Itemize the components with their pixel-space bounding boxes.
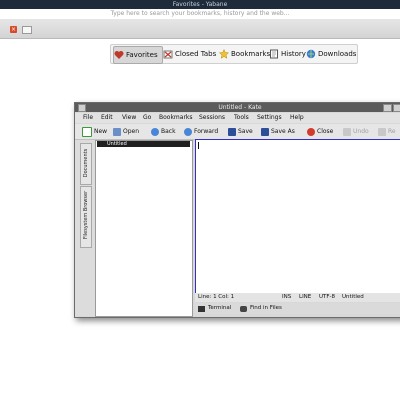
tab-downloads-label: Downloads bbox=[318, 50, 357, 58]
close-button[interactable]: Close bbox=[307, 126, 333, 137]
kate-window: Untitled - Kate File Edit View Go Bookma… bbox=[74, 102, 400, 318]
tab-find-in-files[interactable]: Find in Files bbox=[240, 303, 282, 314]
status-bar: Line: 1 Col: 1 INS LINE UTF-8 Untitled bbox=[195, 293, 400, 302]
save-button[interactable]: Save bbox=[228, 126, 253, 137]
sidebar-tab-documents-label: Documents bbox=[83, 148, 89, 178]
menu-help[interactable]: Help bbox=[290, 113, 304, 123]
new-file-icon bbox=[82, 126, 92, 137]
open-folder-icon bbox=[113, 127, 121, 136]
save-as-button-label: Save As bbox=[271, 128, 295, 135]
menu-edit[interactable]: Edit bbox=[101, 113, 113, 123]
sidebar-tab-filesystem-label: Filesystem Browser bbox=[83, 190, 89, 240]
closed-tabs-icon bbox=[163, 49, 173, 59]
tab-favorites[interactable]: Favorites bbox=[113, 46, 163, 64]
new-button-label: New bbox=[94, 128, 108, 135]
list-item[interactable]: Untitled bbox=[97, 141, 190, 147]
open-button-label: Open bbox=[123, 128, 140, 135]
menu-settings[interactable]: Settings bbox=[257, 113, 282, 123]
forward-button[interactable]: Forward bbox=[184, 126, 218, 137]
tab-history-label: History bbox=[281, 50, 306, 58]
redo-button-label: Re bbox=[388, 128, 396, 135]
kate-titlebar[interactable]: Untitled - Kate bbox=[75, 103, 400, 112]
tab-history[interactable]: History bbox=[269, 46, 306, 62]
tab-closed-tabs-label: Closed Tabs bbox=[175, 50, 217, 58]
maximize-button[interactable] bbox=[393, 104, 400, 112]
downloads-icon bbox=[306, 49, 316, 59]
heart-icon bbox=[114, 50, 124, 60]
editor-area[interactable] bbox=[195, 139, 400, 295]
cursor-position: Line: 1 Col: 1 bbox=[198, 294, 235, 300]
insert-mode[interactable]: INS bbox=[282, 293, 291, 302]
line-mode: LINE bbox=[299, 294, 312, 300]
menu-sessions[interactable]: Sessions bbox=[199, 113, 225, 123]
undo-button[interactable]: Undo bbox=[343, 126, 369, 137]
tab-closed-tabs[interactable]: Closed Tabs bbox=[163, 46, 217, 62]
main-toolbar: New Open Back Forward Save Save As Close bbox=[75, 124, 400, 140]
tab-bookmarks-label: Bookmarks bbox=[231, 50, 271, 58]
back-button[interactable]: Back bbox=[151, 126, 176, 137]
binoculars-icon bbox=[240, 305, 247, 312]
redo-button[interactable]: Re bbox=[378, 126, 396, 137]
star-icon bbox=[218, 48, 230, 59]
library-toolbar: Favorites Closed Tabs Bookmarks History … bbox=[110, 44, 358, 64]
close-icon bbox=[307, 127, 315, 136]
tab-terminal[interactable]: Terminal bbox=[198, 303, 231, 314]
menu-view[interactable]: View bbox=[122, 113, 136, 123]
search-hint[interactable]: Type here to search your bookmarks, hist… bbox=[0, 9, 400, 19]
minimize-button[interactable] bbox=[383, 104, 392, 112]
undo-icon bbox=[343, 127, 351, 136]
sidebar-tab-filesystem[interactable]: Filesystem Browser bbox=[80, 186, 92, 248]
forward-arrow-icon bbox=[184, 127, 192, 136]
sidebar-tab-documents[interactable]: Documents bbox=[80, 143, 92, 185]
tab-bookmarks[interactable]: Bookmarks bbox=[218, 46, 271, 62]
tab-find-in-files-label: Find in Files bbox=[250, 305, 282, 311]
undo-button-label: Undo bbox=[353, 128, 369, 135]
history-icon bbox=[269, 49, 279, 59]
tab-strip bbox=[0, 19, 400, 39]
window-menu-icon[interactable] bbox=[78, 104, 86, 112]
status-filename: Untitled bbox=[342, 294, 364, 300]
tab-downloads[interactable]: Downloads bbox=[306, 46, 356, 62]
side-panel-tabs: Documents Filesystem Browser bbox=[75, 140, 95, 316]
menu-tools[interactable]: Tools bbox=[234, 113, 249, 123]
close-tab-icon[interactable]: × bbox=[10, 26, 17, 33]
close-button-label: Close bbox=[317, 128, 334, 135]
tab-favorites-label: Favorites bbox=[126, 51, 158, 59]
text-caret bbox=[198, 142, 199, 149]
menu-file[interactable]: File bbox=[83, 113, 93, 123]
forward-button-label: Forward bbox=[194, 128, 219, 135]
document-list: Untitled bbox=[95, 140, 193, 317]
new-button[interactable]: New bbox=[82, 126, 107, 137]
back-arrow-icon bbox=[151, 127, 159, 136]
encoding[interactable]: UTF-8 bbox=[319, 293, 335, 302]
firefox-titlebar: Favorites - Yabane bbox=[0, 0, 400, 9]
new-tab-icon[interactable] bbox=[22, 26, 32, 34]
menu-bar: File Edit View Go Bookmarks Sessions Too… bbox=[75, 113, 400, 123]
redo-icon bbox=[378, 127, 386, 136]
save-as-button[interactable]: Save As bbox=[261, 126, 295, 137]
back-button-label: Back bbox=[161, 128, 176, 135]
save-as-icon bbox=[261, 127, 269, 136]
menu-go[interactable]: Go bbox=[143, 113, 151, 123]
tool-view-tabs: Terminal Find in Files bbox=[195, 303, 400, 314]
save-button-label: Save bbox=[238, 128, 253, 135]
open-button[interactable]: Open bbox=[113, 126, 139, 137]
save-icon bbox=[228, 127, 236, 136]
terminal-icon bbox=[198, 305, 205, 312]
tab-terminal-label: Terminal bbox=[208, 305, 232, 311]
menu-bookmarks[interactable]: Bookmarks bbox=[159, 113, 193, 123]
